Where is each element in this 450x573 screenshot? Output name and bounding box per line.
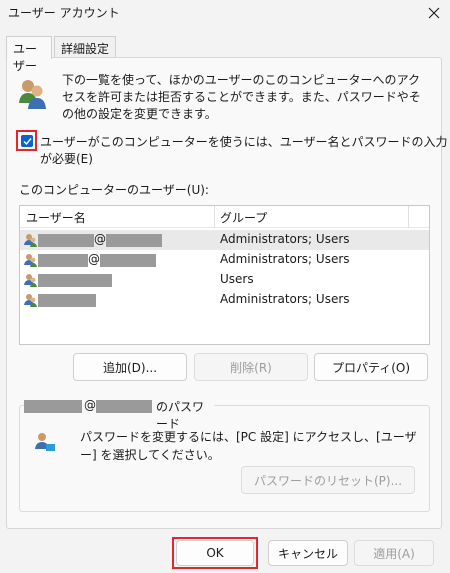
window-title: ユーザー アカウント — [8, 6, 120, 20]
user-icon — [24, 294, 37, 307]
tab-advanced[interactable]: 詳細設定 — [54, 36, 116, 58]
password-group-at: @ — [84, 398, 96, 412]
table-row[interactable]: Users — [20, 270, 429, 290]
column-header-group[interactable]: グループ — [220, 209, 267, 226]
password-instructions: パスワードを変更するには、[PC 設定] にアクセスし、[ユーザー] を選択して… — [80, 430, 417, 462]
redacted-username — [38, 254, 88, 267]
require-login-highlight — [16, 130, 37, 151]
redacted-username — [38, 234, 94, 247]
user-icon — [24, 254, 37, 267]
username-at: @ — [88, 252, 100, 266]
close-icon — [428, 7, 440, 19]
close-button[interactable] — [418, 0, 450, 26]
remove-user-button[interactable]: 削除(R) — [194, 353, 308, 381]
redacted-domain — [96, 400, 152, 413]
properties-button[interactable]: プロパティ(O) — [314, 353, 428, 381]
user-list-label: このコンピューターのユーザー(U): — [19, 183, 209, 197]
ok-button[interactable]: OK — [176, 540, 254, 566]
require-login-label[interactable]: ユーザーがこのコンピューターを使うには、ユーザー名とパスワードの入力が必要(E) — [40, 133, 450, 167]
reset-password-button[interactable]: パスワードのリセット(P)... — [241, 466, 415, 494]
username-at: @ — [94, 232, 106, 246]
redacted-username — [38, 294, 96, 307]
table-row[interactable]: @ Administrators; Users — [20, 250, 429, 270]
redacted-username — [38, 274, 112, 287]
table-row[interactable]: Administrators; Users — [20, 290, 429, 310]
checkmark-icon — [23, 137, 32, 145]
group-cell: Users — [220, 272, 254, 286]
cancel-button[interactable]: キャンセル — [268, 540, 348, 566]
column-divider — [214, 206, 215, 228]
redacted-domain — [106, 234, 162, 247]
table-row[interactable]: @ Administrators; Users — [20, 230, 429, 250]
group-cell: Administrators; Users — [220, 292, 350, 306]
column-divider — [408, 206, 409, 228]
tab-users[interactable]: ユーザー — [6, 36, 52, 73]
require-login-checkbox[interactable] — [21, 135, 33, 147]
user-icon — [24, 234, 37, 247]
title-bar: ユーザー アカウント — [0, 0, 450, 30]
password-group-suffix: のパスワード — [156, 400, 205, 431]
description-text: 下の一覧を使って、ほかのユーザーのこのコンピューターへのアクセスを許可または拒否… — [62, 73, 421, 121]
group-cell: Administrators; Users — [220, 232, 350, 246]
group-cell: Administrators; Users — [220, 252, 350, 266]
users-icon — [19, 80, 46, 109]
add-user-button[interactable]: 追加(D)... — [73, 353, 187, 381]
user-icon — [24, 274, 37, 287]
user-password-icon — [35, 433, 55, 451]
user-list[interactable]: ユーザー名 グループ @ Administrators; Users @ Adm… — [19, 205, 430, 345]
apply-button[interactable]: 適用(A) — [354, 540, 434, 566]
column-header-username[interactable]: ユーザー名 — [26, 209, 86, 226]
list-header: ユーザー名 グループ — [20, 206, 429, 228]
redacted-username — [24, 400, 82, 413]
password-group-title: @ のパスワード — [24, 398, 214, 431]
redacted-domain — [100, 254, 156, 267]
